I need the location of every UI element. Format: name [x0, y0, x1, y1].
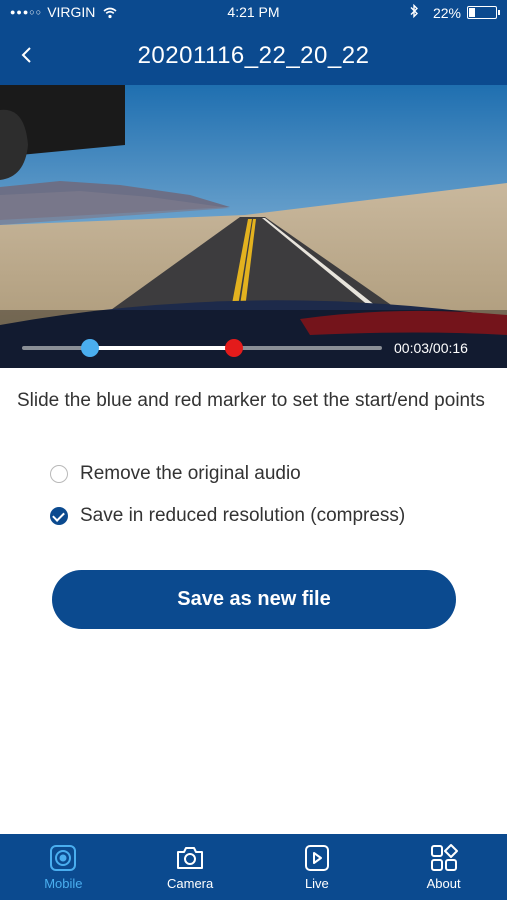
tab-about-label: About [426, 876, 461, 891]
tab-mobile[interactable]: Mobile [0, 834, 127, 900]
tab-live-label: Live [304, 876, 329, 891]
tab-mobile-label: Mobile [44, 876, 83, 891]
tab-live[interactable]: Live [254, 834, 381, 900]
video-preview[interactable] [0, 85, 507, 368]
battery-icon [467, 6, 500, 19]
radio-unchecked-icon[interactable] [50, 465, 68, 483]
grid-icon [430, 844, 458, 871]
play-icon [304, 845, 329, 871]
status-right: 22% [410, 3, 500, 21]
nav-bar: 20201116_22_20_22 [0, 26, 507, 85]
trim-timeline[interactable] [22, 339, 382, 357]
compress-option[interactable]: Save in reduced resolution (compress) [50, 505, 405, 527]
battery-percent: 22% [432, 4, 461, 21]
timeline-selection [90, 346, 235, 350]
remove-audio-label: Remove the original audio [80, 463, 301, 484]
mobile-icon [50, 845, 77, 871]
bluetooth-icon [410, 3, 419, 21]
compress-label: Save in reduced resolution (compress) [80, 505, 406, 526]
radio-checked-icon[interactable] [50, 507, 68, 525]
tab-about[interactable]: About [380, 834, 507, 900]
remove-audio-option[interactable]: Remove the original audio [50, 463, 301, 485]
battery-level [469, 8, 475, 17]
page-title: 20201116_22_20_22 [137, 42, 370, 69]
tab-bar: Mobile Camera Live About [0, 834, 507, 900]
tab-camera-label: Camera [167, 876, 214, 891]
tab-camera[interactable]: Camera [127, 834, 254, 900]
video-frame-image [0, 85, 507, 368]
instructions-text: Slide the blue and red marker to set the… [17, 390, 485, 411]
camera-icon [177, 847, 204, 869]
save-as-new-file-button[interactable]: Save as new file [52, 570, 456, 629]
status-bar: ●●●○○ VIRGIN 4:21 PM 22% [0, 0, 507, 26]
time-readout: 00:03/00:16 [394, 340, 468, 356]
